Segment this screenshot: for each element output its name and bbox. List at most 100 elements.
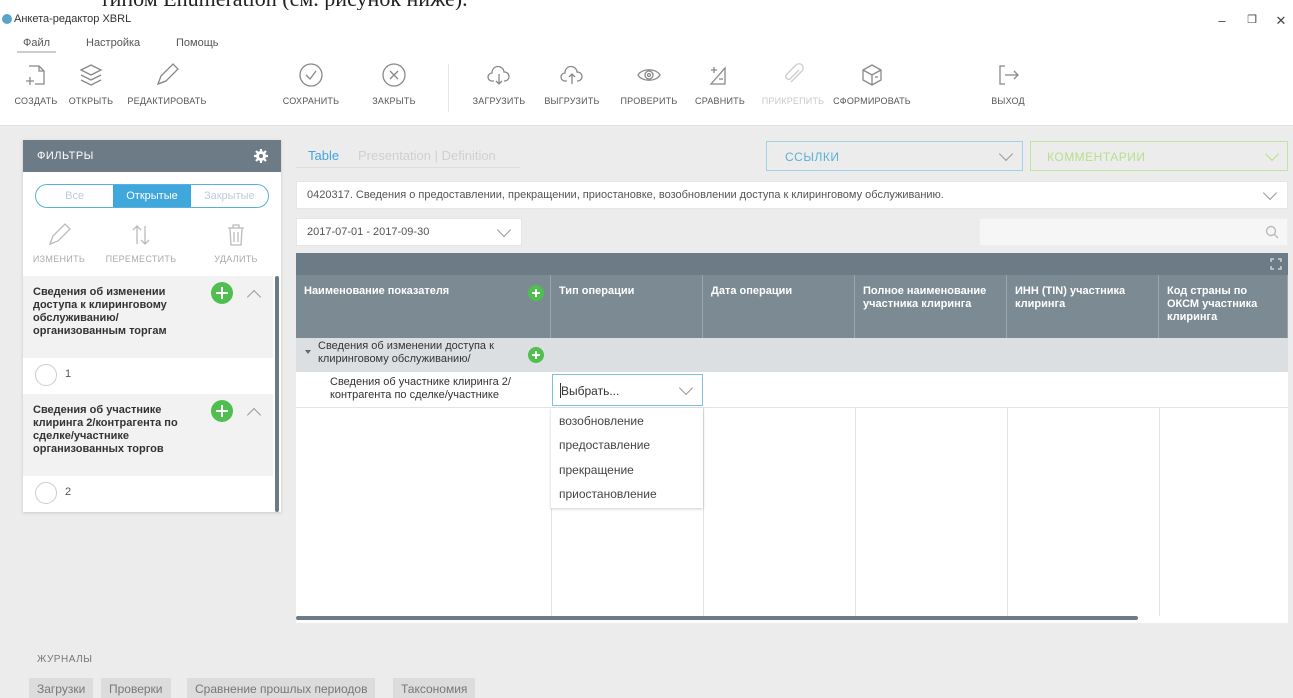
search-box <box>979 218 1288 246</box>
x-circle-icon <box>382 63 406 87</box>
table-row[interactable]: Сведения об участнике клиринга 2/ контра… <box>296 372 1288 408</box>
filter-node[interactable]: Сведения об изменении доступа к клиринго… <box>23 276 273 358</box>
cloud-upload-icon <box>560 65 583 84</box>
column-header[interactable]: Код страны по ОКСМ участника клиринга <box>1159 275 1288 338</box>
option-item[interactable]: приостановление <box>559 487 657 501</box>
menu-file[interactable]: Файл <box>17 35 57 53</box>
window-title: Анкета-редактор XBRL <box>14 13 132 25</box>
attach-button[interactable]: ПРИКРЕПИТЬ <box>753 62 833 106</box>
radio-circle[interactable] <box>35 482 57 504</box>
pencil-icon <box>156 63 179 86</box>
column-header[interactable]: Дата операции <box>703 275 855 338</box>
trash-icon <box>228 224 244 246</box>
cube-icon <box>862 64 882 86</box>
create-icon <box>26 65 45 85</box>
edit-button[interactable]: РЕДАКТИРОВАТЬ <box>127 62 207 106</box>
table-row[interactable]: Сведения об изменении доступа к клиринго… <box>296 338 1288 372</box>
column-header[interactable]: Тип операции <box>551 275 703 338</box>
column-header[interactable]: Наименование показателя <box>296 275 551 338</box>
data-grid: Наименование показателя Тип операции Дат… <box>296 253 1288 623</box>
horizontal-scrollbar[interactable] <box>296 616 1138 620</box>
column-header[interactable]: ИНН (TIN) участника клиринга <box>1007 275 1159 338</box>
period-select[interactable]: 2017-07-01 - 2017-09-30 <box>296 218 522 246</box>
search-icon[interactable] <box>1265 225 1279 239</box>
filters-header: ФИЛЬТРЫ <box>23 140 281 172</box>
filter-node-count: 2 <box>65 486 72 498</box>
sidebar-scrollbar[interactable] <box>275 276 279 512</box>
open-button[interactable]: ОТКРЫТЬ <box>51 62 131 106</box>
check-circle-icon <box>299 63 323 87</box>
filter-node-title: Сведения об участнике клиринга 2/контраг… <box>33 404 178 455</box>
save-button[interactable]: СОХРАНИТЬ <box>271 62 351 106</box>
change-button[interactable]: ИЗМЕНИТЬ <box>17 222 101 264</box>
tab-presentation-definition[interactable]: Presentation | Definition <box>358 148 496 163</box>
sort-arrows-icon <box>132 225 150 245</box>
generate-button[interactable]: СФОРМИРОВАТЬ <box>832 62 912 106</box>
journals-title: ЖУРНАЛЫ <box>37 654 93 665</box>
search-input[interactable] <box>984 223 1254 241</box>
operation-type-select[interactable]: Выбрать... <box>552 374 703 406</box>
eye-icon <box>637 69 661 81</box>
close-button[interactable]: ЗАКРЫТЬ <box>354 62 434 106</box>
filter-node-count: 1 <box>65 368 72 380</box>
radio-circle[interactable] <box>35 364 57 386</box>
form-select[interactable]: 0420317. Сведения о предоставлении, прек… <box>296 181 1288 209</box>
layers-icon <box>79 64 103 86</box>
maximize-button[interactable]: ❐ <box>1242 13 1262 26</box>
add-icon[interactable] <box>528 347 544 363</box>
segment-all[interactable]: Все <box>36 185 113 207</box>
chevron-up-icon[interactable] <box>246 407 262 423</box>
title-bar: Анкета-редактор XBRL – ❐ ✕ <box>0 10 1293 32</box>
tab-checks[interactable]: Проверки <box>101 678 171 698</box>
export-button[interactable]: ВЫГРУЗИТЬ <box>532 62 612 106</box>
chevron-down-icon <box>1264 146 1280 162</box>
column-header[interactable]: Полное наименование участника клиринга <box>855 275 1007 338</box>
check-button[interactable]: ПРОВЕРИТЬ <box>609 62 689 106</box>
tab-taxonomy[interactable]: Таксономия <box>393 678 476 698</box>
cloud-download-icon <box>487 65 510 85</box>
chevron-down-icon <box>678 380 694 396</box>
option-item[interactable]: возобновление <box>559 414 644 428</box>
collapse-caret-icon[interactable] <box>305 350 311 354</box>
tab-table[interactable]: Table <box>308 148 339 163</box>
add-icon[interactable] <box>528 285 544 301</box>
delete-button[interactable]: УДАЛИТЬ <box>194 222 278 264</box>
option-item[interactable]: предоставление <box>559 438 650 452</box>
comments-dropdown[interactable]: КОММЕНТАРИИ <box>1030 141 1288 171</box>
filter-node[interactable]: Сведения об участнике клиринга 2/контраг… <box>23 394 273 476</box>
add-icon[interactable] <box>211 400 233 422</box>
grid-toolbar <box>296 253 1288 275</box>
option-item[interactable]: прекращение <box>559 463 634 477</box>
close-window-button[interactable]: ✕ <box>1271 13 1291 29</box>
links-dropdown[interactable]: ССЫЛКИ <box>766 141 1023 171</box>
load-button[interactable]: ЗАГРУЗИТЬ <box>459 62 539 106</box>
toolbar-separator <box>448 64 449 112</box>
compare-icon <box>709 66 726 85</box>
exit-button[interactable]: ВЫХОД <box>973 62 1043 106</box>
minimize-button[interactable]: – <box>1212 13 1232 28</box>
app-logo-icon <box>2 14 12 24</box>
chevron-up-icon[interactable] <box>246 289 262 305</box>
toolbar: СОЗДАТЬ ОТКРЫТЬ РЕДАКТИРОВАТЬ СОХРАНИТЬ … <box>0 54 1293 126</box>
paperclip-icon <box>785 63 804 83</box>
tab-loads[interactable]: Загрузки <box>29 678 94 698</box>
pencil-icon <box>48 223 71 246</box>
menu-help[interactable]: Помощь <box>170 35 225 51</box>
tab-period-comparison[interactable]: Сравнение прошлых периодов <box>187 678 376 698</box>
filters-title: ФИЛЬТРЫ <box>37 150 94 162</box>
filter-node-count-row: 1 <box>23 360 273 390</box>
filter-segment-control: Все Открытые Закрытые <box>35 184 269 208</box>
segment-closed[interactable]: Закрытые <box>191 185 268 207</box>
menu-bar: Файл Настройка Помощь <box>0 32 1293 54</box>
filter-node-count-row: 2 <box>23 478 273 508</box>
menu-settings[interactable]: Настройка <box>80 35 146 51</box>
segment-open[interactable]: Открытые <box>113 185 191 207</box>
exit-icon <box>999 65 1019 85</box>
filter-tools: ИЗМЕНИТЬ ПЕРЕМЕСТИТЬ УДАЛИТЬ <box>23 222 281 270</box>
gear-icon[interactable] <box>253 148 269 164</box>
move-button[interactable]: ПЕРЕМЕСТИТЬ <box>99 222 183 264</box>
add-icon[interactable] <box>211 282 233 304</box>
expand-icon[interactable] <box>1270 258 1282 270</box>
compare-button[interactable]: СРАВНИТЬ <box>680 62 760 106</box>
view-tabs: Table Presentation | Definition <box>296 144 520 168</box>
